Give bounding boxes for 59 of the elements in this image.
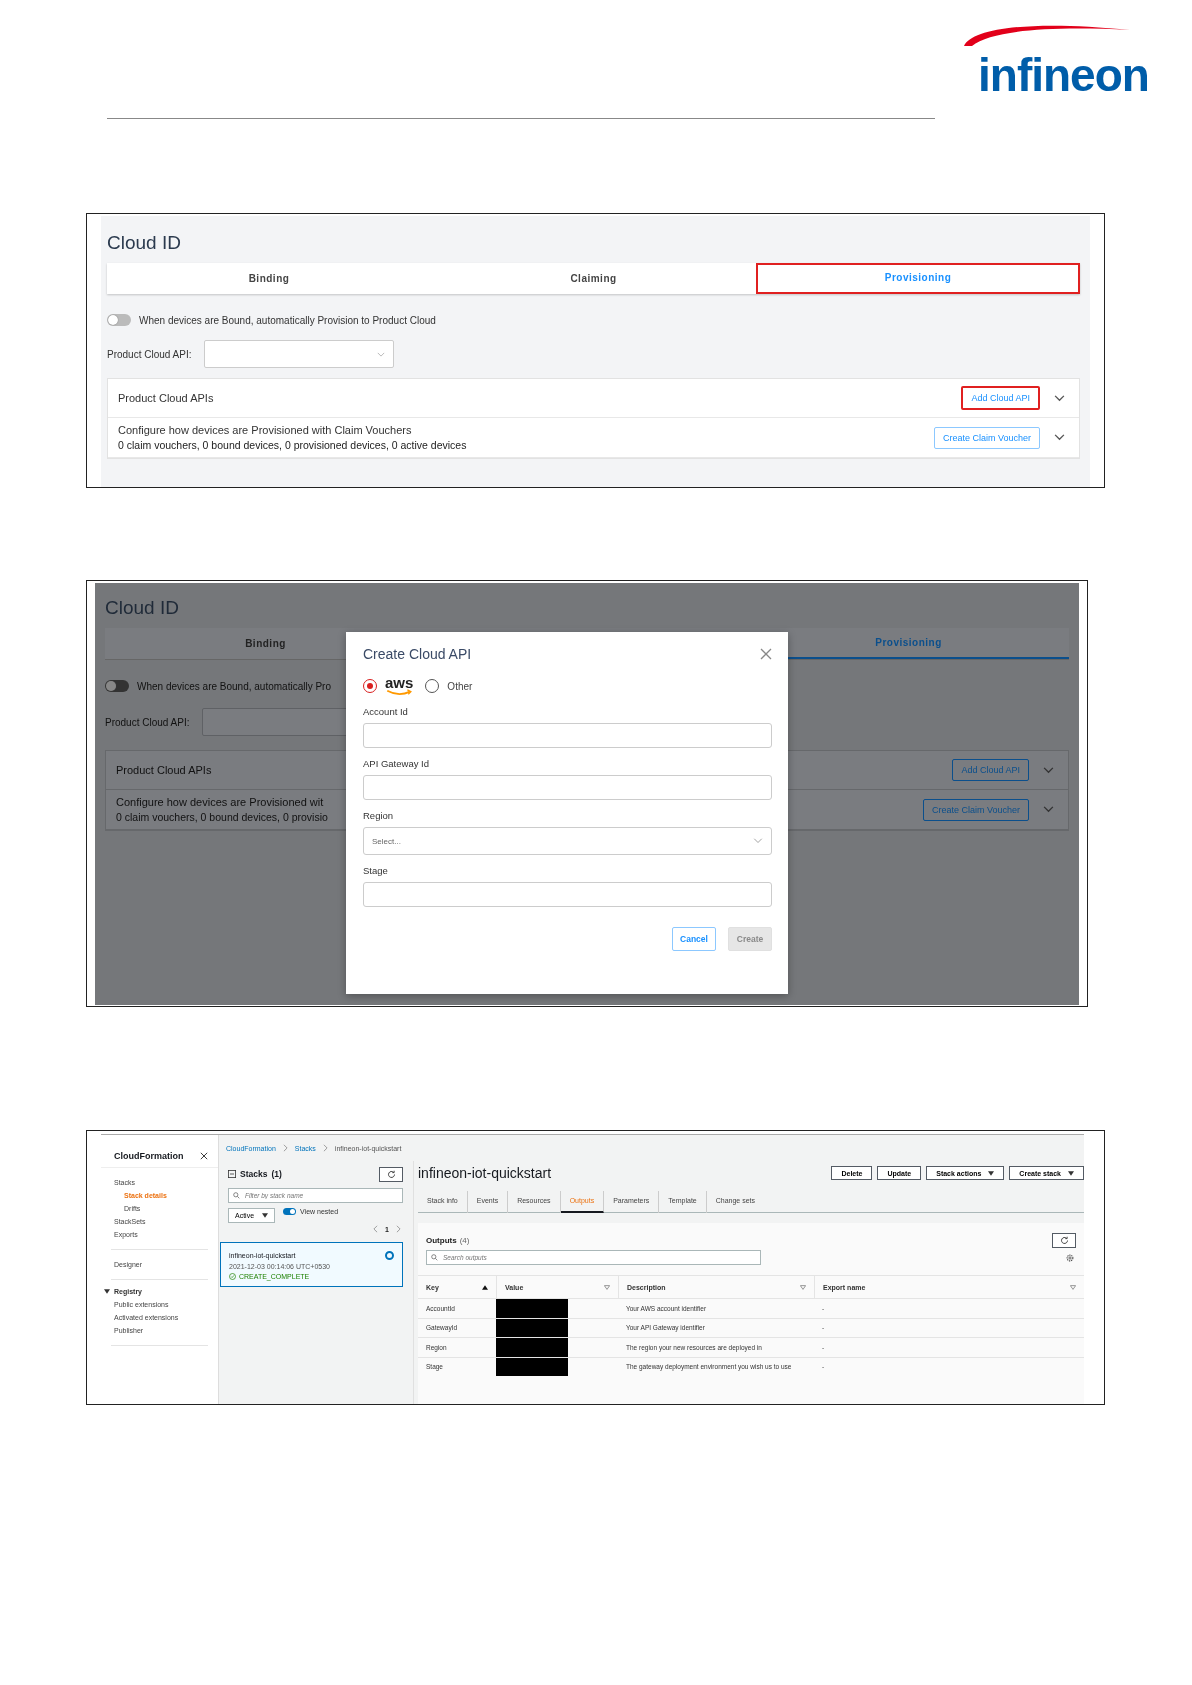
input-field[interactable] (363, 882, 772, 907)
select-field[interactable]: Select... (363, 827, 772, 855)
redaction-block (496, 1299, 568, 1318)
chevron-down-icon[interactable] (1054, 434, 1065, 441)
tab[interactable]: Claiming (431, 263, 756, 294)
refresh-button[interactable] (379, 1166, 403, 1182)
sort-icon[interactable] (482, 1284, 488, 1290)
field-label: Account Id (363, 706, 409, 717)
caret-icon[interactable] (988, 1170, 995, 1176)
aws-logo: aws (385, 676, 414, 696)
tab[interactable]: Binding (107, 263, 431, 294)
input-field[interactable] (363, 723, 772, 748)
refresh-button[interactable] (1052, 1233, 1076, 1248)
page-title: Cloud ID (107, 232, 182, 254)
output-count: (4) (459, 1236, 470, 1245)
caret-icon[interactable] (104, 1289, 110, 1294)
chevron-down-icon[interactable] (1043, 766, 1054, 774)
toggle-switch[interactable] (107, 314, 131, 326)
field-label: Stage (363, 865, 389, 876)
refresh-icon[interactable] (386, 1169, 396, 1179)
redaction-block (496, 1338, 568, 1357)
chevron-right-icon (322, 1144, 328, 1152)
caret-icon[interactable] (1068, 1170, 1074, 1176)
section-title: Configure how devices are Provisioned wit (116, 796, 324, 808)
check-circle-icon (229, 1273, 236, 1280)
stack-count: (1) (271, 1169, 282, 1179)
radio-label: Other (447, 680, 473, 692)
chevron-down-icon[interactable] (1043, 806, 1054, 813)
panel-title: Stacks (240, 1169, 268, 1179)
toggle-switch[interactable] (283, 1208, 297, 1215)
field-label: Region (363, 810, 395, 821)
field-label: API Gateway Id (363, 758, 430, 769)
field-label: Product Cloud API: (107, 348, 192, 360)
redaction-block (496, 1357, 568, 1376)
logo-text: infineon (978, 48, 1149, 102)
section-title: Configure how devices are Provisioned with Claim Vouchers (118, 424, 412, 436)
section-summary: 0 claim vouchers, 0 bound devices, 0 provisioned devices, 0 active devices (118, 439, 467, 451)
settings-icon[interactable] (1066, 1253, 1074, 1262)
stack-title: infineon-iot-quickstart (418, 1165, 552, 1181)
redaction-block (496, 1318, 568, 1337)
input-field[interactable] (363, 775, 772, 800)
collapse-icon[interactable] (228, 1170, 236, 1178)
page-title: Cloud ID (105, 597, 180, 619)
section-title: Product Cloud APIs (116, 764, 212, 776)
dialog-title: Create Cloud API (363, 646, 472, 662)
section-title: Product Cloud APIs (118, 392, 214, 404)
section-summary: 0 claim vouchers, 0 bound devices, 0 provisio (116, 811, 328, 823)
chevron-right-icon (282, 1144, 288, 1152)
panel-title: Outputs (426, 1236, 457, 1245)
close-icon[interactable] (200, 1152, 208, 1160)
toggle-label: When devices are Bound, automatically Pro (137, 680, 331, 692)
toggle-switch[interactable] (105, 680, 129, 692)
chevron-down-icon[interactable] (1054, 394, 1065, 402)
nav-title: CloudFormation (114, 1151, 184, 1161)
caret-icon[interactable] (262, 1213, 269, 1218)
radio-button[interactable] (385, 1251, 394, 1260)
field-label: Product Cloud API: (105, 716, 190, 728)
refresh-icon[interactable] (1059, 1236, 1069, 1245)
toggle-label: When devices are Bound, automatically Provision to Product Cloud (139, 314, 436, 326)
